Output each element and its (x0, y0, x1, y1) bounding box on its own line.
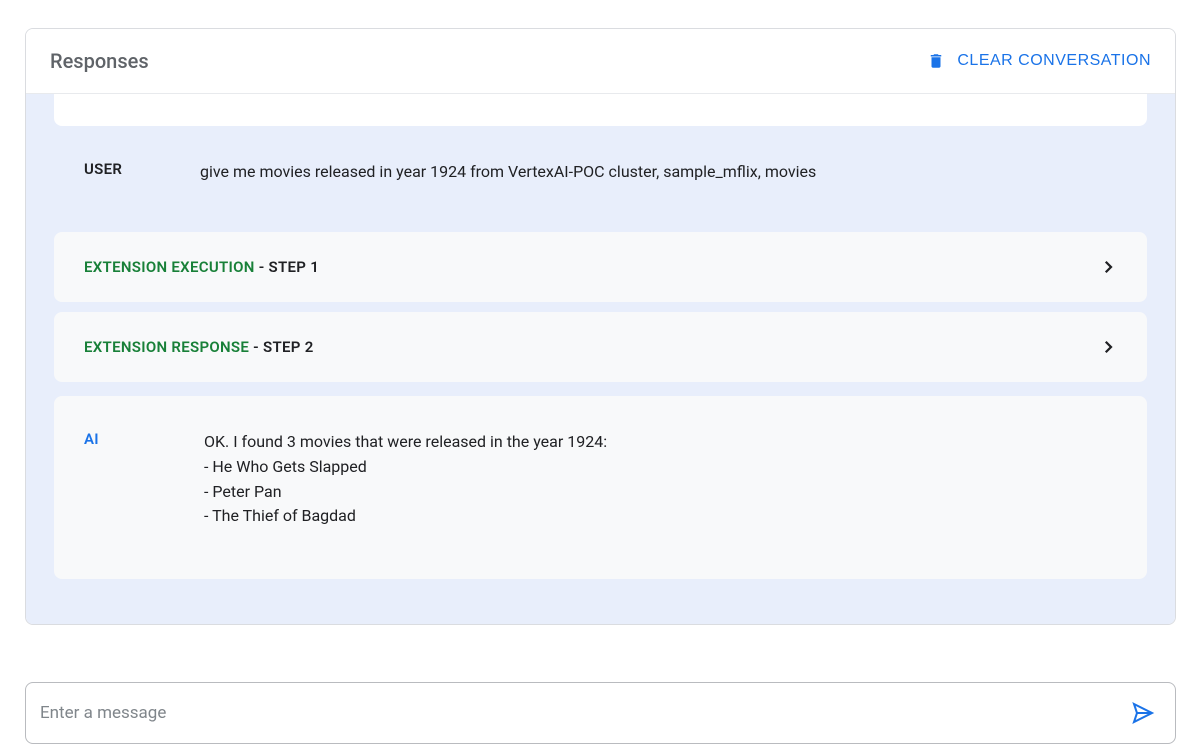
clear-conversation-label: CLEAR CONVERSATION (957, 52, 1151, 70)
chevron-right-icon (1099, 338, 1117, 356)
step-label: EXTENSION EXECUTION - STEP 1 (84, 258, 319, 276)
ai-line: OK. I found 3 movies that were released … (204, 430, 607, 455)
user-message-text: give me movies released in year 1924 fro… (200, 160, 816, 184)
clear-conversation-button[interactable]: CLEAR CONVERSATION (927, 51, 1151, 71)
step-prefix: EXTENSION EXECUTION (84, 258, 255, 276)
user-message-row: USER give me movies released in year 192… (54, 126, 1147, 232)
send-icon[interactable] (1129, 701, 1157, 725)
chevron-right-icon (1099, 258, 1117, 276)
step-suffix: - STEP 1 (255, 258, 319, 276)
responses-panel: Responses CLEAR CONVERSATION USER give m… (25, 28, 1176, 625)
panel-header: Responses CLEAR CONVERSATION (26, 29, 1175, 94)
panel-title: Responses (50, 49, 149, 73)
extension-execution-step[interactable]: EXTENSION EXECUTION - STEP 1 (54, 232, 1147, 302)
extension-response-step[interactable]: EXTENSION RESPONSE - STEP 2 (54, 312, 1147, 382)
trash-icon (927, 51, 945, 71)
step-label: EXTENSION RESPONSE - STEP 2 (84, 338, 314, 356)
conversation-area[interactable]: USER give me movies released in year 192… (26, 94, 1175, 624)
ai-response-card: AI OK. I found 3 movies that were releas… (54, 396, 1147, 579)
message-input-container (25, 682, 1176, 744)
ai-response-text: OK. I found 3 movies that were released … (204, 430, 607, 529)
user-role-label: USER (84, 160, 156, 184)
step-prefix: EXTENSION RESPONSE (84, 338, 249, 356)
message-input[interactable] (40, 703, 1129, 723)
ai-line: - He Who Gets Slapped (204, 455, 607, 480)
ai-line: - The Thief of Bagdad (204, 504, 607, 529)
ai-line: - Peter Pan (204, 480, 607, 505)
ai-role-label: AI (84, 430, 100, 529)
previous-card-partial (54, 94, 1147, 126)
step-suffix: - STEP 2 (249, 338, 313, 356)
